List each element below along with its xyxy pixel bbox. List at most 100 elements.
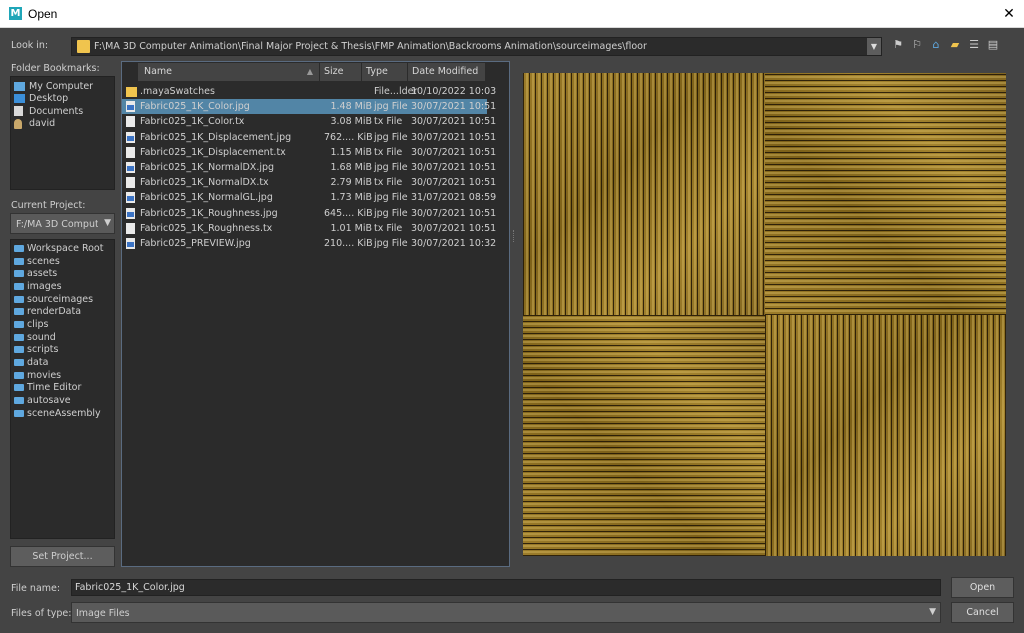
column-header-type[interactable]: Type [362, 63, 408, 81]
workspace-item[interactable]: assets [11, 267, 114, 280]
files-of-type-combo[interactable]: Image Files ▼ [71, 602, 941, 623]
file-date-cell: 30/07/2021 10:32 [411, 238, 497, 249]
workspace-label: movies [27, 369, 62, 381]
folder-icon [14, 270, 24, 278]
chevron-down-icon[interactable]: ▼ [104, 218, 111, 228]
bookmark-label: Documents [29, 105, 84, 117]
workspace-item[interactable]: renderData [11, 305, 114, 318]
workspace-item[interactable]: autosave [11, 394, 114, 407]
close-icon[interactable]: ✕ [994, 0, 1024, 28]
file-row[interactable]: Fabric025_1K_Displacement.tx 1.15 MiB tx F… [122, 145, 496, 160]
workspace-list: Workspace Root scenes assets images sour… [10, 239, 115, 539]
column-header-date[interactable]: Date Modified [408, 63, 486, 81]
file-list-header: Name ▲ Size Type Date Modified [122, 62, 509, 82]
file-type-cell: jpg File [374, 192, 408, 204]
workspace-item[interactable]: sourceimages [11, 293, 114, 306]
back-bookmark-icon[interactable]: ⚑ [891, 38, 905, 52]
bookmark-desktop[interactable]: Desktop [11, 93, 114, 106]
workspace-item[interactable]: Time Editor [11, 382, 114, 395]
file-row[interactable]: Fabric025_1K_Roughness.tx 1.01 MiB tx File… [122, 221, 496, 236]
file-name-cell: Fabric025_1K_NormalDX.tx [140, 177, 269, 189]
image-file-icon [126, 101, 135, 113]
computer-icon [14, 81, 25, 91]
look-in-path: F:\MA 3D Computer Animation\Final Major … [94, 41, 647, 52]
workspace-item[interactable]: clips [11, 318, 114, 331]
workspace-label: data [27, 357, 49, 369]
new-folder-icon[interactable]: ▰ [948, 38, 962, 52]
file-row[interactable]: Fabric025_1K_Color.jpg 1.48 MiB jpg File 30… [122, 99, 496, 115]
workspace-item[interactable]: scenes [11, 255, 114, 268]
file-row[interactable]: Fabric025_PREVIEW.jpg 210.... KiB jpg File… [122, 236, 496, 251]
column-name-label: Name [144, 66, 173, 77]
file-date-cell: 10/10/2022 10:03 [411, 86, 497, 97]
workspace-label: Workspace Root [27, 242, 104, 254]
workspace-item[interactable]: sceneAssembly [11, 407, 114, 420]
folder-icon [14, 295, 24, 303]
sort-ascending-icon: ▲ [306, 67, 313, 76]
file-row[interactable]: Fabric025_1K_Displacement.jpg 762.... KiB… [122, 130, 496, 145]
folder-bookmarks-label: Folder Bookmarks: [11, 63, 100, 74]
look-in-combo[interactable]: F:\MA 3D Computer Animation\Final Major … [71, 37, 882, 56]
workspace-label: assets [27, 268, 58, 280]
file-row[interactable]: Fabric025_1K_NormalDX.tx 2.79 MiB tx File 3… [122, 175, 496, 190]
file-name-cell: Fabric025_1K_Roughness.tx [140, 222, 273, 234]
folder-icon [14, 308, 24, 316]
file-size-cell: 1.01 MiB [330, 222, 372, 234]
workspace-item[interactable]: Workspace Root [11, 242, 114, 255]
file-name-cell: Fabric025_1K_Roughness.jpg [140, 207, 278, 219]
file-name-cell: Fabric025_1K_NormalDX.jpg [140, 162, 275, 173]
file-size-cell: 1.15 MiB [330, 146, 372, 158]
file-date-cell: 30/07/2021 10:51 [411, 162, 497, 173]
set-project-button[interactable]: Set Project... [10, 546, 115, 567]
workspace-item[interactable]: data [11, 356, 114, 369]
workspace-item[interactable]: movies [11, 369, 114, 382]
file-size-cell: 1.48 MiB [330, 101, 372, 113]
column-header-size[interactable]: Size [320, 63, 362, 81]
chevron-down-icon[interactable]: ▼ [929, 607, 936, 617]
file-row[interactable]: Fabric025_1K_NormalDX.jpg 1.68 MiB jpg Fil… [122, 160, 496, 175]
folder-icon [14, 397, 24, 405]
file-name-input[interactable] [71, 579, 941, 596]
bookmark-documents[interactable]: Documents [11, 105, 114, 118]
cancel-button[interactable]: Cancel [951, 602, 1014, 623]
bookmarks-list: My Computer Desktop Documents david [10, 76, 115, 190]
bookmark-david[interactable]: david [11, 118, 114, 131]
look-in-label: Look in: [11, 40, 49, 51]
current-project-combo[interactable]: F:/MA 3D Computer Animation ▼ [10, 213, 115, 234]
up-folder-icon[interactable]: ⌂ [929, 38, 943, 52]
workspace-label: scenes [27, 255, 60, 267]
file-icon [126, 177, 135, 189]
file-row[interactable]: .mayaSwatches File...lder 10/10/2022 10:03 [122, 84, 496, 99]
folder-icon [14, 333, 24, 341]
file-row[interactable]: Fabric025_1K_Roughness.jpg 645.... KiB jpg… [122, 206, 496, 221]
folder-icon [14, 282, 24, 290]
file-type-cell: tx File [374, 222, 403, 234]
splitter-handle[interactable] [513, 230, 516, 242]
workspace-item[interactable]: scripts [11, 344, 114, 357]
image-preview [523, 73, 1006, 556]
file-row[interactable]: Fabric025_1K_NormalGL.jpg 1.73 MiB jpg Fil… [122, 190, 496, 205]
file-name-cell: Fabric025_1K_Displacement.tx [140, 146, 286, 158]
list-view-icon[interactable]: ☰ [967, 38, 981, 52]
folder-icon [14, 384, 24, 392]
file-size-cell: 645.... KiB [324, 207, 373, 219]
workspace-item[interactable]: sound [11, 331, 114, 344]
workspace-label: sceneAssembly [27, 407, 101, 419]
open-button[interactable]: Open [951, 577, 1014, 598]
file-icon [126, 222, 135, 234]
workspace-item[interactable]: images [11, 280, 114, 293]
bookmark-my-computer[interactable]: My Computer [11, 80, 114, 93]
image-file-icon [126, 207, 135, 219]
file-row[interactable]: Fabric025_1K_Color.tx 3.08 MiB tx File 30/0… [122, 114, 496, 129]
user-icon [14, 118, 22, 129]
workspace-label: scripts [27, 344, 59, 356]
navigation-toolbar: ⚑ ⚐ ⌂ ▰ ☰ ▤ [891, 38, 1000, 52]
detail-view-icon[interactable]: ▤ [986, 38, 1000, 52]
file-list-panel: Name ▲ Size Type Date Modified .mayaSwat… [121, 61, 510, 567]
column-header-name[interactable]: Name ▲ [138, 63, 320, 81]
folder-icon [14, 371, 24, 379]
file-date-cell: 30/07/2021 10:51 [411, 101, 497, 113]
files-of-type-value: Image Files [76, 608, 130, 619]
chevron-down-icon[interactable]: ▼ [867, 38, 881, 55]
forward-bookmark-icon[interactable]: ⚐ [910, 38, 924, 52]
